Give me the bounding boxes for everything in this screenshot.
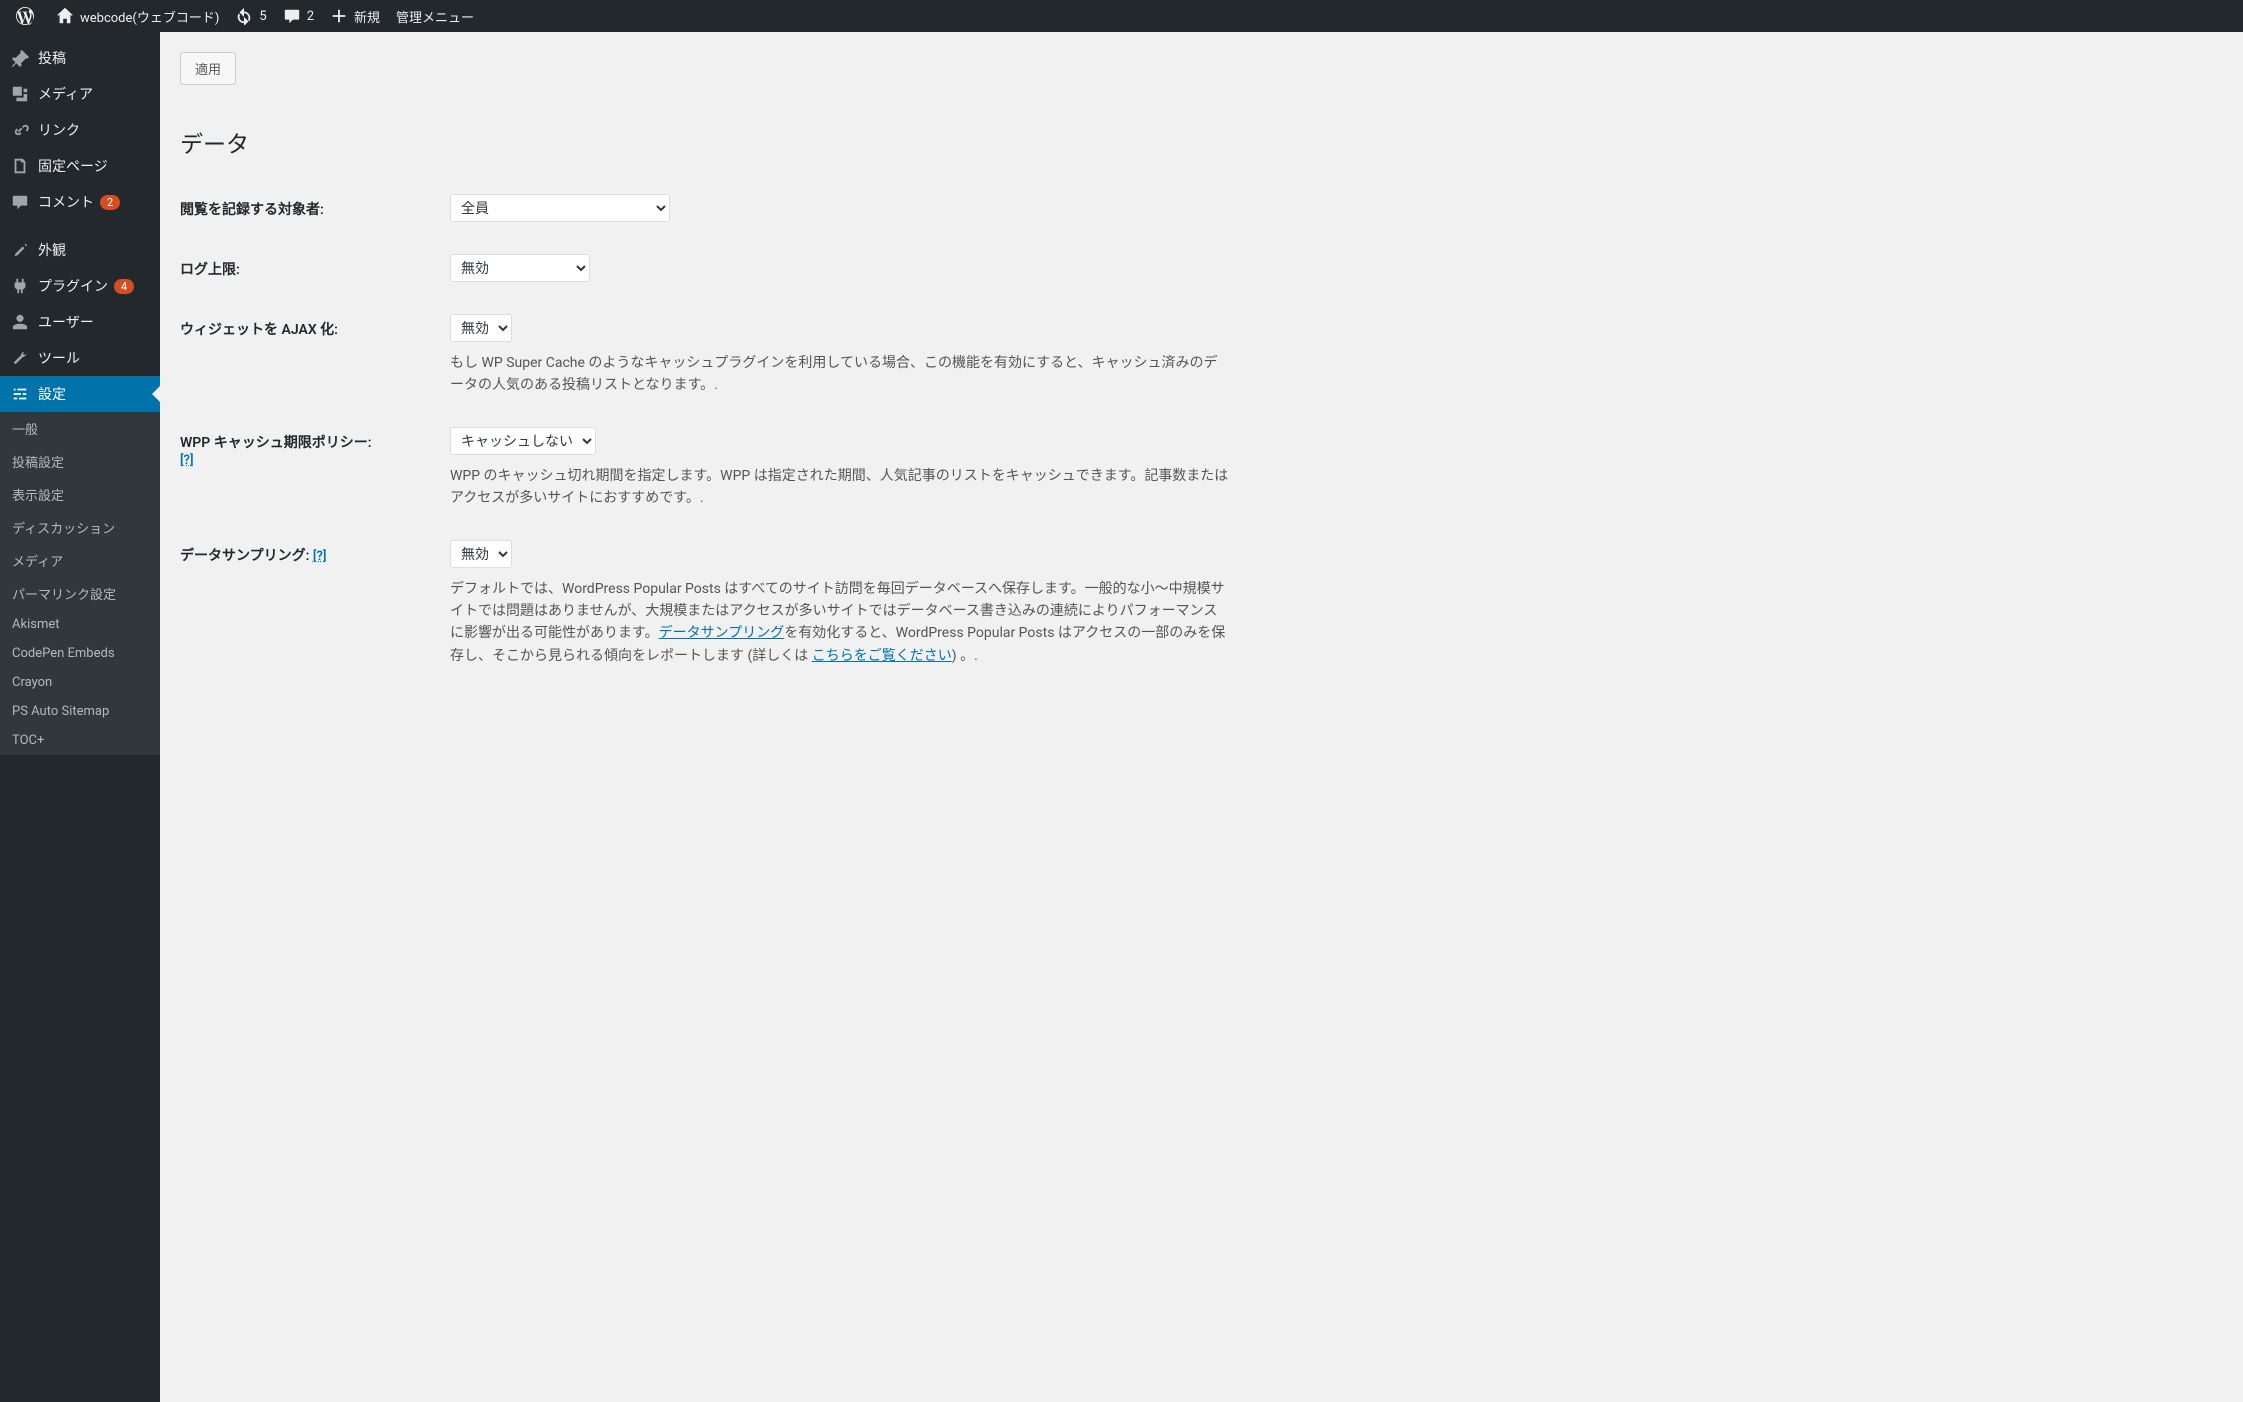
pin-icon (10, 48, 30, 68)
submenu-tocplus[interactable]: TOC+ (0, 726, 160, 755)
menu-tools[interactable]: ツール (0, 340, 160, 376)
cache-policy-label: WPP キャッシュ期限ポリシー: (180, 435, 372, 451)
menu-posts[interactable]: 投稿 (0, 40, 160, 76)
wordpress-icon (16, 7, 34, 25)
submenu-general[interactable]: 一般 (0, 412, 160, 445)
link-icon (10, 120, 30, 140)
new-link[interactable]: 新規 (322, 0, 388, 32)
log-views-label: 閲覧を記録する対象者: (180, 179, 440, 239)
site-link[interactable]: webcode(ウェブコード) (48, 0, 227, 32)
menu-appearance[interactable]: 外観 (0, 232, 160, 268)
menu-pages-label: 固定ページ (38, 156, 108, 176)
cache-policy-desc: WPP のキャッシュ切れ期間を指定します。WPP は指定された期間、人気記事のリ… (450, 465, 1230, 510)
updates-link[interactable]: 5 (227, 0, 274, 32)
settings-submenu: 一般 投稿設定 表示設定 ディスカッション メディア パーマリンク設定 Akis… (0, 412, 160, 755)
menu-users-label: ユーザー (38, 312, 94, 332)
brush-icon (10, 240, 30, 260)
ajax-widget-select[interactable]: 無効 (450, 314, 512, 342)
page-icon (10, 156, 30, 176)
wp-logo-link[interactable] (8, 0, 48, 32)
menu-settings[interactable]: 設定 (0, 376, 160, 412)
log-limit-select[interactable]: 無効 (450, 254, 590, 282)
settings-table: 閲覧を記録する対象者: 全員 ログ上限: 無効 ウィジェットを AJAX 化: … (180, 179, 2223, 682)
submenu-codepen[interactable]: CodePen Embeds (0, 639, 160, 668)
menu-settings-label: 設定 (38, 384, 66, 404)
menu-media[interactable]: メディア (0, 76, 160, 112)
apply-button[interactable]: 適用 (180, 52, 236, 85)
log-limit-label: ログ上限: (180, 239, 440, 299)
menu-links[interactable]: リンク (0, 112, 160, 148)
comment-icon (10, 192, 30, 212)
admin-menu-link[interactable]: 管理メニュー (388, 0, 482, 32)
cache-policy-select[interactable]: キャッシュしない (450, 427, 596, 455)
sampling-help-icon[interactable]: [?] (313, 549, 327, 564)
sampling-desc: デフォルトでは、WordPress Popular Posts はすべてのサイト… (450, 578, 1230, 668)
menu-tools-label: ツール (38, 348, 80, 368)
submenu-discussion[interactable]: ディスカッション (0, 511, 160, 544)
sampling-select[interactable]: 無効 (450, 540, 512, 568)
sampling-label: データサンプリング: (180, 548, 309, 564)
menu-users[interactable]: ユーザー (0, 304, 160, 340)
user-icon (10, 312, 30, 332)
submenu-permalink[interactable]: パーマリンク設定 (0, 577, 160, 610)
log-views-select[interactable]: 全員 (450, 194, 670, 222)
cache-policy-th: WPP キャッシュ期限ポリシー: [?] (180, 412, 440, 525)
sliders-icon (10, 384, 30, 404)
admin-bar: webcode(ウェブコード) 5 2 新規 管理メニュー (0, 0, 2243, 32)
comment-icon (283, 7, 301, 25)
submenu-psauto[interactable]: PS Auto Sitemap (0, 697, 160, 726)
updates-count: 5 (259, 9, 266, 24)
menu-appearance-label: 外観 (38, 240, 66, 260)
menu-media-label: メディア (38, 84, 93, 104)
sampling-link-2[interactable]: こちらをご覧ください (812, 648, 952, 664)
ajax-widget-label: ウィジェットを AJAX 化: (180, 299, 440, 412)
menu-comments[interactable]: コメント 2 (0, 184, 160, 220)
submenu-writing[interactable]: 投稿設定 (0, 445, 160, 478)
menu-plugins-label: プラグイン (38, 276, 108, 296)
site-name: webcode(ウェブコード) (80, 7, 219, 26)
comments-badge: 2 (100, 195, 120, 210)
admin-sidebar: 投稿 メディア リンク 固定ページ コメント 2 外観 プラグイン 4 ユーザー ツ… (0, 32, 160, 1402)
sampling-link-1[interactable]: データサンプリング (659, 625, 785, 641)
menu-links-label: リンク (38, 120, 80, 140)
main-content: 適用 データ 閲覧を記録する対象者: 全員 ログ上限: 無効 ウィジェットを A… (160, 32, 2243, 1402)
wrench-icon (10, 348, 30, 368)
media-icon (10, 84, 30, 104)
comments-count-bar: 2 (307, 9, 314, 24)
menu-comments-label: コメント (38, 192, 94, 212)
menu-plugins[interactable]: プラグイン 4 (0, 268, 160, 304)
cache-policy-help-icon[interactable]: [?] (180, 453, 194, 468)
home-icon (56, 7, 74, 25)
admin-menu-label: 管理メニュー (396, 7, 474, 26)
submenu-reading[interactable]: 表示設定 (0, 478, 160, 511)
comments-link[interactable]: 2 (275, 0, 322, 32)
plus-icon (330, 7, 348, 25)
menu-posts-label: 投稿 (38, 48, 66, 68)
section-title: データ (180, 125, 2223, 159)
submenu-media[interactable]: メディア (0, 544, 160, 577)
ajax-widget-desc: もし WP Super Cache のようなキャッシュプラグインを利用している場… (450, 352, 1230, 397)
new-label: 新規 (354, 7, 380, 26)
plugins-badge: 4 (114, 279, 134, 294)
menu-pages[interactable]: 固定ページ (0, 148, 160, 184)
refresh-icon (235, 7, 253, 25)
sampling-th: データサンプリング: [?] (180, 525, 440, 683)
submenu-akismet[interactable]: Akismet (0, 610, 160, 639)
submenu-crayon[interactable]: Crayon (0, 668, 160, 697)
plugin-icon (10, 276, 30, 296)
